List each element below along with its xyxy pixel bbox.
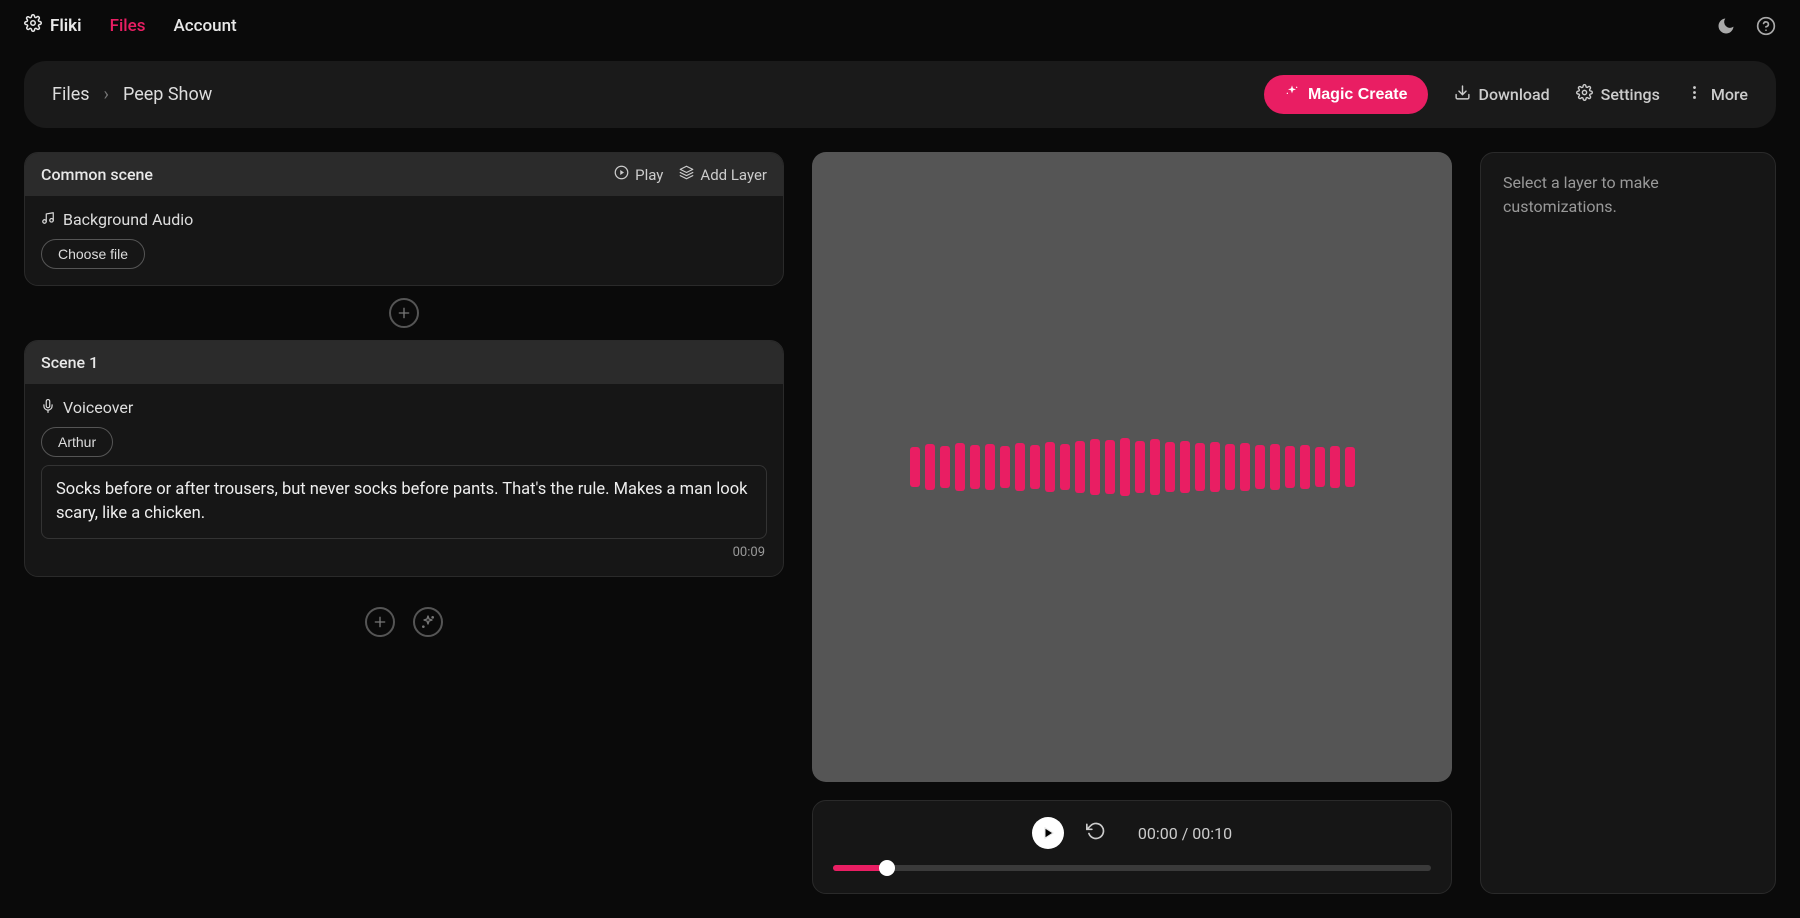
download-label: Download [1479, 85, 1550, 104]
plus-icon [372, 614, 388, 630]
background-audio-label: Background Audio [63, 210, 193, 229]
nav-account[interactable]: Account [173, 16, 236, 36]
script-textarea[interactable]: Socks before or after trousers, but neve… [41, 465, 767, 539]
plus-icon [396, 305, 412, 321]
breadcrumb-root[interactable]: Files [52, 84, 90, 105]
common-scene-add-layer-button[interactable]: Add Layer [679, 165, 767, 184]
magic-create-button[interactable]: Magic Create [1264, 75, 1428, 114]
voiceover-layer[interactable]: Voiceover [41, 398, 767, 417]
settings-icon [1576, 84, 1593, 105]
preview-column: 00:00 / 00:10 [812, 152, 1452, 894]
audio-waveform [910, 437, 1355, 497]
sparkle-icon [1284, 84, 1300, 105]
breadcrumb-current: Peep Show [123, 84, 212, 105]
layers-icon [679, 165, 694, 184]
play-button[interactable] [1032, 817, 1064, 849]
scene-1-card: Scene 1 Voiceover Arthur Socks before or… [24, 340, 784, 577]
download-icon [1454, 84, 1471, 105]
settings-label: Settings [1601, 85, 1660, 104]
background-audio-layer[interactable]: Background Audio [41, 210, 767, 229]
common-scene-card: Common scene Play Add Layer [24, 152, 784, 286]
common-scene-title: Common scene [41, 165, 153, 184]
brand[interactable]: Fliki [24, 14, 82, 37]
brand-label: Fliki [50, 16, 82, 36]
top-nav: Fliki Files Account [0, 0, 1800, 51]
play-icon [614, 165, 629, 184]
inspector-panel: Select a layer to make customizations. [1480, 152, 1776, 894]
play-triangle-icon [1042, 826, 1056, 840]
common-scene-play-button[interactable]: Play [614, 165, 663, 184]
breadcrumb-separator: › [104, 84, 109, 105]
microphone-icon [41, 398, 55, 417]
progress-thumb[interactable] [879, 860, 895, 876]
voice-selector-button[interactable]: Arthur [41, 427, 113, 457]
add-scene-button[interactable] [365, 607, 395, 637]
add-scene-between-button[interactable] [389, 298, 419, 328]
settings-button[interactable]: Settings [1576, 84, 1660, 105]
time-display: 00:00 / 00:10 [1138, 824, 1232, 843]
workarea: Common scene Play Add Layer [0, 138, 1800, 918]
music-note-icon [41, 210, 55, 229]
scene-1-header: Scene 1 [25, 341, 783, 384]
nav-files[interactable]: Files [110, 16, 146, 36]
preview-canvas[interactable] [812, 152, 1452, 782]
more-button[interactable]: More [1686, 84, 1748, 105]
voiceover-label: Voiceover [63, 398, 133, 417]
playback-bar: 00:00 / 00:10 [812, 800, 1452, 894]
action-bar: Files › Peep Show Magic Create Download … [24, 61, 1776, 128]
download-button[interactable]: Download [1454, 84, 1550, 105]
breadcrumb: Files › Peep Show [52, 84, 212, 105]
choose-file-button[interactable]: Choose file [41, 239, 145, 269]
scene-1-title: Scene 1 [41, 353, 98, 372]
magic-create-label: Magic Create [1308, 86, 1408, 104]
common-scene-header: Common scene Play Add Layer [25, 153, 783, 196]
progress-slider[interactable] [833, 865, 1431, 871]
ai-scene-button[interactable] [413, 607, 443, 637]
inspector-hint: Select a layer to make customizations. [1503, 171, 1753, 219]
more-label: More [1711, 85, 1748, 104]
rewind-button[interactable] [1086, 821, 1106, 845]
theme-toggle-icon[interactable] [1716, 16, 1736, 36]
help-icon[interactable] [1756, 16, 1776, 36]
more-icon [1686, 84, 1703, 105]
sparkle-icon [420, 614, 436, 630]
gear-icon [24, 14, 42, 37]
scene-1-duration: 00:09 [41, 539, 767, 560]
scenes-column: Common scene Play Add Layer [24, 152, 784, 894]
rewind-icon [1086, 821, 1106, 841]
